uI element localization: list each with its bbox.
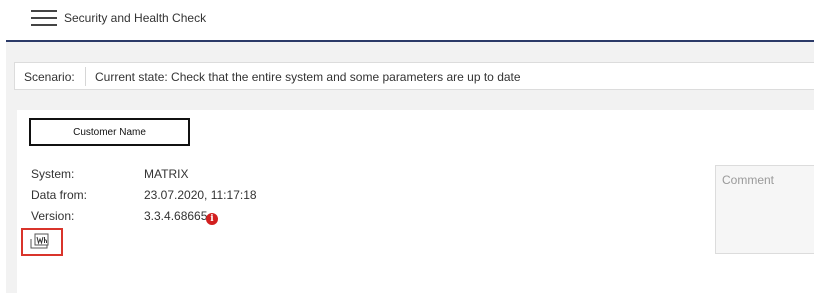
comment-placeholder: Comment bbox=[722, 173, 775, 187]
main-content: Scenario: Current state: Check that the … bbox=[6, 42, 814, 293]
scenario-value[interactable]: Current state: Check that the entire sys… bbox=[95, 70, 521, 84]
report-card: Customer Name System: MATRIX Data from: … bbox=[17, 110, 814, 293]
page-title: Security and Health Check bbox=[64, 11, 207, 25]
version-info-icon[interactable]: i bbox=[206, 213, 218, 225]
data-from-label: Data from: bbox=[31, 188, 88, 202]
hamburger-menu-icon[interactable] bbox=[31, 9, 57, 27]
scenario-bar: Scenario: Current state: Check that the … bbox=[14, 62, 814, 90]
version-value: 3.3.4.68665 bbox=[144, 209, 208, 223]
scenario-divider bbox=[85, 67, 86, 86]
version-label: Version: bbox=[31, 209, 75, 223]
customer-name-box: Customer Name bbox=[29, 118, 190, 146]
word-export-icon[interactable] bbox=[29, 232, 51, 250]
data-from-value: 23.07.2020, 11:17:18 bbox=[144, 188, 257, 202]
customer-name: Customer Name bbox=[73, 127, 146, 138]
top-bar: Security and Health Check bbox=[0, 0, 814, 40]
system-label: System: bbox=[31, 167, 75, 181]
system-value: MATRIX bbox=[144, 167, 189, 181]
comment-field[interactable]: Comment bbox=[715, 165, 814, 254]
scenario-label: Scenario: bbox=[24, 70, 75, 84]
